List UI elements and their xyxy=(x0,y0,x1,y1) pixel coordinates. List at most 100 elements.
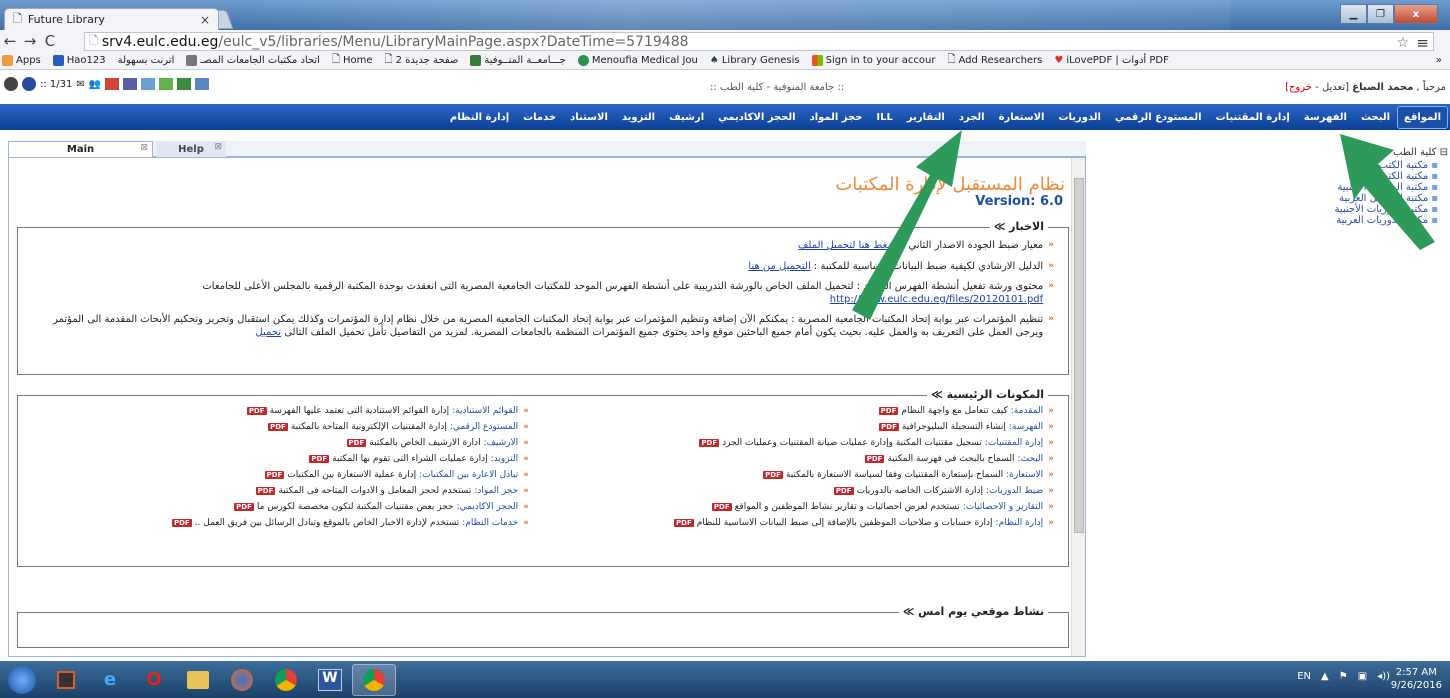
forward-icon[interactable]: → xyxy=(20,32,40,50)
pdf-icon[interactable]: PDF xyxy=(833,487,854,495)
volume-icon[interactable]: ◂)) xyxy=(1377,671,1390,682)
nav-sites[interactable]: المواقع xyxy=(1397,105,1448,129)
nav-authority[interactable]: الاستناد xyxy=(563,112,615,123)
component-item[interactable]: « إدارة النظام: إدارة حسابات و صلاحيات الم… xyxy=(549,518,1054,528)
bookmark-ilovepdf[interactable]: ♥ iLovePDF | أدوات PDF xyxy=(1054,55,1168,66)
component-item[interactable]: « التقارير و الاحصائيات: تستخدم لعرض احصائ… xyxy=(549,502,1054,512)
minimize-button[interactable]: ▁ xyxy=(1340,4,1367,24)
component-item[interactable]: « القوائم الاستنادية: إدارة القوائم الاستن… xyxy=(24,406,529,416)
bookmark-apps[interactable]: Apps xyxy=(2,55,41,66)
nav-serials[interactable]: الدوريات xyxy=(1051,112,1108,123)
nav-holdings[interactable]: إدارة المقتنيات xyxy=(1209,112,1297,123)
bookmark-new-page[interactable]: 🗋 صفحة جديدة 2 xyxy=(385,52,459,69)
nav-archive[interactable]: ارشيف xyxy=(662,112,711,123)
bookmark-menoufia-medical[interactable]: Menoufia Medical Jou xyxy=(577,55,698,66)
taskbar-opera-icon[interactable]: O xyxy=(132,664,176,696)
news-link[interactable]: http://www.eulc.edu.eg/files/20120101.pd… xyxy=(830,294,1043,305)
logout-link[interactable]: خروج] xyxy=(1285,82,1312,93)
home-icon[interactable] xyxy=(4,77,18,91)
component-item[interactable]: « الأرشيف: ادارة الارشيف الخاص بالمكتبة PDF xyxy=(24,438,529,448)
taskbar-chrome-active-icon[interactable] xyxy=(352,663,396,696)
tree-root-faculty[interactable]: ⊟ كلية الطب xyxy=(1350,147,1448,158)
tray-expand-icon[interactable]: ▲ xyxy=(1321,671,1329,682)
tree-item[interactable]: مكتبة الكتب العربية xyxy=(1348,171,1448,182)
component-item[interactable]: « خدمات النظام: تستخدم لإدارة الاخبار الخا… xyxy=(24,518,529,528)
pdf-icon[interactable]: PDF xyxy=(711,503,732,511)
bookmark-sign-in[interactable]: Sign in to your accour xyxy=(811,55,935,66)
browser-menu-icon[interactable]: ≡ xyxy=(1416,34,1429,52)
tab-main[interactable]: Main ⊠ xyxy=(8,141,153,157)
nav-acquisitions[interactable]: التزويد xyxy=(615,112,662,123)
content-scrollbar[interactable] xyxy=(1071,158,1085,656)
color-theme-4[interactable] xyxy=(159,78,174,90)
tree-item[interactable]: مكتبة الدوريات الأجنبية xyxy=(1335,204,1448,215)
bookmark-eulc[interactable]: اتحاد مكتبات الجامعات المصـ xyxy=(186,55,320,66)
network-icon[interactable]: ▣ xyxy=(1358,671,1367,682)
bookmark-star-icon[interactable]: ☆ xyxy=(1396,35,1409,51)
bookmarks-overflow[interactable]: » xyxy=(1436,55,1442,66)
color-theme-6[interactable] xyxy=(195,78,210,90)
pdf-icon[interactable]: PDF xyxy=(246,407,267,415)
pdf-icon[interactable]: PDF xyxy=(268,423,288,431)
back-icon[interactable]: ← xyxy=(0,32,20,50)
browser-tab[interactable]: 🗋 Future Library × xyxy=(4,8,219,30)
nav-services[interactable]: خدمات xyxy=(516,112,563,123)
news-link[interactable]: التحميل من هنا xyxy=(748,261,810,272)
tree-item[interactable]: مكتبة الدوريات العربية xyxy=(1336,215,1448,226)
maximize-button[interactable]: ❐ xyxy=(1367,4,1394,24)
bookmark-library-genesis[interactable]: ♠ Library Genesis xyxy=(710,55,800,66)
taskbar-ie-icon[interactable]: e xyxy=(88,664,132,696)
component-item[interactable]: « المقدمة: كيف تتعامل مع واجهة النظام PDF xyxy=(549,406,1054,416)
color-theme-5[interactable] xyxy=(177,78,192,90)
close-window-button[interactable]: x xyxy=(1394,4,1438,24)
component-item[interactable]: « حجز المواد: تستخدم لحجز المعامل و الأدوا… xyxy=(24,486,529,496)
language-indicator[interactable]: EN xyxy=(1297,671,1311,682)
tab-close-icon[interactable]: × xyxy=(200,13,210,27)
nav-circulation[interactable]: الاستعارة xyxy=(992,112,1052,123)
nav-academic-reserve[interactable]: الحجز الاكاديمي xyxy=(711,112,802,123)
component-item[interactable]: « إدارة المقتنيات: تسجيل مقتنيات المكتبة و… xyxy=(549,438,1054,448)
nav-search[interactable]: البحث xyxy=(1354,112,1397,123)
component-item[interactable]: « تبادل الاعارة بين المكتبات: إدارة عملية … xyxy=(24,470,529,480)
nav-repository[interactable]: المستودع الرقمي xyxy=(1108,112,1209,123)
mail-icon[interactable]: ✉ xyxy=(76,79,84,90)
bookmark-home[interactable]: 🗋 Home xyxy=(332,52,373,69)
nav-inventory[interactable]: الجرد xyxy=(952,112,992,123)
taskbar-clock[interactable]: 2:57 AM 9/26/2016 xyxy=(1391,666,1442,692)
pdf-icon[interactable]: PDF xyxy=(864,455,885,463)
tab-close-icon[interactable]: ⊠ xyxy=(214,142,222,152)
component-item[interactable]: « البحث: السماح بالبحث فى فهرسة المكتبة PDF xyxy=(549,454,1054,464)
taskbar-chrome-icon[interactable] xyxy=(264,664,308,696)
english-flag-icon[interactable] xyxy=(22,77,36,91)
color-theme-3[interactable] xyxy=(141,78,156,90)
users-icon[interactable]: 👥 xyxy=(89,79,101,90)
nav-ill[interactable]: ILL xyxy=(869,112,899,123)
reload-icon[interactable]: C xyxy=(40,32,60,50)
taskbar-word-icon[interactable]: W xyxy=(308,664,352,696)
pdf-icon[interactable]: PDF xyxy=(234,503,254,511)
bookmark-hao123[interactable]: Hao123 xyxy=(52,55,106,66)
pdf-icon[interactable]: PDF xyxy=(255,487,276,495)
news-link[interactable]: تحميل xyxy=(255,327,281,338)
pdf-icon[interactable]: PDF xyxy=(171,519,192,527)
pdf-icon[interactable]: PDF xyxy=(346,439,367,447)
color-theme-1[interactable] xyxy=(105,78,120,90)
tree-item[interactable]: مكتبة الرسائل الأجنبية xyxy=(1337,182,1448,193)
color-theme-2[interactable] xyxy=(123,78,138,90)
bookmark-menoufia-univ[interactable]: جـــامعــة المنــوفية xyxy=(470,55,566,66)
component-item[interactable]: « الفهرسة: إنشاء التسجيلة الببليوجرافية PDF xyxy=(549,422,1054,432)
nav-administration[interactable]: إدارة النظام xyxy=(443,112,516,123)
pdf-icon[interactable]: PDF xyxy=(699,439,720,447)
edit-profile-link[interactable]: [تعديل - xyxy=(1315,82,1349,93)
scrollbar-thumb[interactable] xyxy=(1074,178,1084,533)
taskbar-media-icon[interactable] xyxy=(44,664,88,696)
pdf-icon[interactable]: PDF xyxy=(674,519,694,527)
tree-item[interactable]: مكتبة الكتب الاجنبية xyxy=(1346,160,1448,171)
tab-help[interactable]: Help ⊠ xyxy=(156,141,226,157)
pdf-icon[interactable]: PDF xyxy=(879,423,899,431)
pdf-icon[interactable]: PDF xyxy=(763,471,783,479)
nav-reservations[interactable]: حجز المواد xyxy=(803,112,870,123)
component-item[interactable]: « التزويد: إدارة عمليات الشراء التى تقوم ب… xyxy=(24,454,529,464)
nav-reports[interactable]: التقارير xyxy=(900,112,952,123)
bookmark-internet[interactable]: اترنت بسهولة xyxy=(118,55,175,66)
